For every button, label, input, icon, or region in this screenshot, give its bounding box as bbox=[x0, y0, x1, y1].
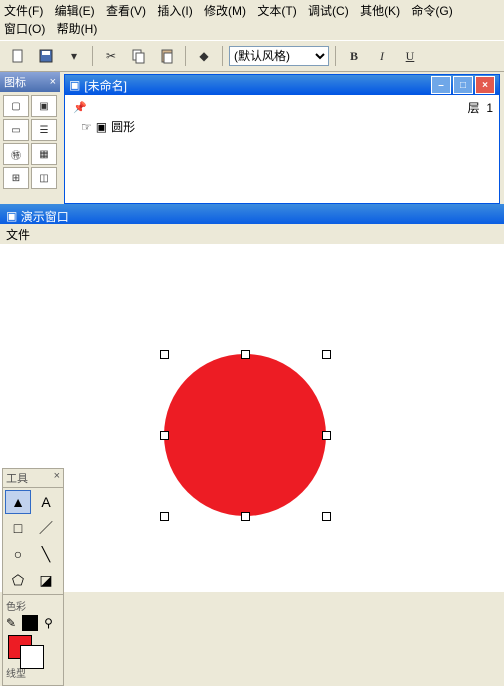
menu-text[interactable]: 文本(T) bbox=[257, 4, 296, 18]
menu-other[interactable]: 其他(K) bbox=[360, 4, 400, 18]
icon-tool-8[interactable]: ◫ bbox=[31, 167, 57, 189]
tools-panel-title[interactable]: 工具 × bbox=[3, 469, 63, 488]
bold-button[interactable]: B bbox=[342, 44, 366, 68]
maximize-button[interactable]: □ bbox=[453, 76, 473, 94]
tool-text[interactable]: A bbox=[33, 490, 59, 514]
fill-stroke-preview bbox=[6, 635, 60, 665]
icon-tool-1[interactable]: ▢ bbox=[3, 95, 29, 117]
pointer-icon: ☞ bbox=[81, 120, 92, 134]
icons-grid: ▢ ▣ ▭ ☰ ㊕ ▦ ⊞ ◫ bbox=[0, 92, 60, 192]
shape-circle[interactable] bbox=[164, 354, 326, 516]
eyedrop-icon[interactable]: ⚲ bbox=[44, 616, 53, 630]
chevron-down-icon[interactable]: ▾ bbox=[62, 44, 86, 68]
color-tools: ✎ ⚲ bbox=[6, 615, 60, 631]
tool-circle[interactable]: ○ bbox=[5, 542, 31, 566]
menu-command[interactable]: 命令(G) bbox=[411, 4, 452, 18]
workarea: 图标 × ▢ ▣ ▭ ☰ ㊕ ▦ ⊞ ◫ ▣ [未命名] – □ × bbox=[0, 72, 504, 592]
window-buttons: – □ × bbox=[431, 76, 495, 94]
handle-e[interactable] bbox=[322, 431, 331, 440]
new-icon[interactable] bbox=[6, 44, 30, 68]
copy-icon[interactable] bbox=[127, 44, 151, 68]
menu-edit[interactable]: 编辑(E) bbox=[55, 4, 95, 18]
cut-icon[interactable]: ✂ bbox=[99, 44, 123, 68]
tool-select[interactable]: ▲ bbox=[5, 490, 31, 514]
icon-tool-3[interactable]: ▭ bbox=[3, 119, 29, 141]
tools-grid: ▲ A □ ／ ○ ╲ ⬠ ◪ bbox=[3, 488, 63, 594]
handle-n[interactable] bbox=[241, 350, 250, 359]
handle-nw[interactable] bbox=[160, 350, 169, 359]
toolbar: ▾ ✂ ◆ (默认风格) B I U bbox=[0, 40, 504, 72]
icon-tool-4[interactable]: ☰ bbox=[31, 119, 57, 141]
present-title: 演示窗口 bbox=[21, 208, 69, 225]
canvas[interactable] bbox=[0, 244, 504, 592]
menu-debug[interactable]: 调试(C) bbox=[308, 4, 349, 18]
tools-panel: 工具 × ▲ A □ ／ ○ ╲ ⬠ ◪ 色彩 ✎ ⚲ 线型 bbox=[2, 468, 64, 686]
minimize-button[interactable]: – bbox=[431, 76, 451, 94]
handle-w[interactable] bbox=[160, 431, 169, 440]
tool-diagonal[interactable]: ╲ bbox=[33, 542, 59, 566]
colors-section: 色彩 ✎ ⚲ 线型 bbox=[3, 594, 63, 685]
handle-sw[interactable] bbox=[160, 512, 169, 521]
shape-label: 圆形 bbox=[111, 118, 135, 135]
colors-title: 色彩 bbox=[6, 598, 60, 613]
document-window: ▣ [未命名] – □ × 层 1 📌 ☞ ▣ 圆形 bbox=[64, 74, 500, 204]
menu-help[interactable]: 帮助(H) bbox=[57, 22, 98, 36]
present-icon: ▣ bbox=[6, 209, 17, 223]
separator bbox=[335, 46, 336, 66]
menu-insert[interactable]: 插入(I) bbox=[157, 4, 192, 18]
icons-panel-title[interactable]: 图标 × bbox=[0, 72, 60, 92]
panel-close-icon[interactable]: × bbox=[50, 76, 56, 88]
handle-s[interactable] bbox=[241, 512, 250, 521]
present-menu-file[interactable]: 文件 bbox=[6, 228, 30, 242]
doc-title: [未命名] bbox=[84, 77, 127, 94]
tool-line[interactable]: ／ bbox=[33, 516, 59, 540]
layer-label: 层 1 bbox=[468, 99, 493, 116]
eraser-icon[interactable]: ◆ bbox=[192, 44, 216, 68]
bg-swatch[interactable] bbox=[20, 645, 44, 669]
pen-icon[interactable]: ✎ bbox=[6, 616, 16, 630]
separator bbox=[92, 46, 93, 66]
outline-tree: 📌 ☞ ▣ 圆形 bbox=[73, 101, 135, 139]
paste-icon[interactable] bbox=[155, 44, 179, 68]
menu-modify[interactable]: 修改(M) bbox=[204, 4, 246, 18]
tools-title-label: 工具 bbox=[6, 470, 28, 486]
close-button[interactable]: × bbox=[475, 76, 495, 94]
handle-se[interactable] bbox=[322, 512, 331, 521]
stroke-swatch[interactable] bbox=[22, 615, 38, 631]
icon-tool-7[interactable]: ⊞ bbox=[3, 167, 29, 189]
tool-polygon[interactable]: ⬠ bbox=[5, 568, 31, 592]
document-titlebar[interactable]: ▣ [未命名] – □ × bbox=[65, 75, 499, 95]
pin-icon: 📌 bbox=[73, 101, 87, 114]
icons-title-label: 图标 bbox=[4, 74, 26, 90]
style-select[interactable]: (默认风格) bbox=[229, 46, 329, 66]
tree-item-shape[interactable]: ☞ ▣ 圆形 bbox=[81, 118, 135, 135]
tree-root[interactable]: 📌 bbox=[73, 101, 135, 114]
separator bbox=[185, 46, 186, 66]
save-icon[interactable] bbox=[34, 44, 58, 68]
separator bbox=[222, 46, 223, 66]
handle-ne[interactable] bbox=[322, 350, 331, 359]
icon-tool-5[interactable]: ㊕ bbox=[3, 143, 29, 165]
menu-window[interactable]: 窗口(O) bbox=[4, 22, 45, 36]
menu-view[interactable]: 查看(V) bbox=[106, 4, 146, 18]
panel-close-icon[interactable]: × bbox=[54, 470, 60, 486]
italic-button[interactable]: I bbox=[370, 44, 394, 68]
underline-button[interactable]: U bbox=[398, 44, 422, 68]
icon-tool-6[interactable]: ▦ bbox=[31, 143, 57, 165]
menubar: 文件(F) 编辑(E) 查看(V) 插入(I) 修改(M) 文本(T) 调试(C… bbox=[0, 0, 504, 40]
icons-panel: 图标 × ▢ ▣ ▭ ☰ ㊕ ▦ ⊞ ◫ bbox=[0, 72, 60, 192]
document-content: 层 1 📌 ☞ ▣ 圆形 bbox=[65, 95, 499, 201]
menu-file[interactable]: 文件(F) bbox=[4, 4, 43, 18]
doc-icon: ▣ bbox=[69, 78, 80, 92]
shape-icon: ▣ bbox=[96, 120, 107, 134]
tool-eraser[interactable]: ◪ bbox=[33, 568, 59, 592]
icon-tool-2[interactable]: ▣ bbox=[31, 95, 57, 117]
tool-rect[interactable]: □ bbox=[5, 516, 31, 540]
